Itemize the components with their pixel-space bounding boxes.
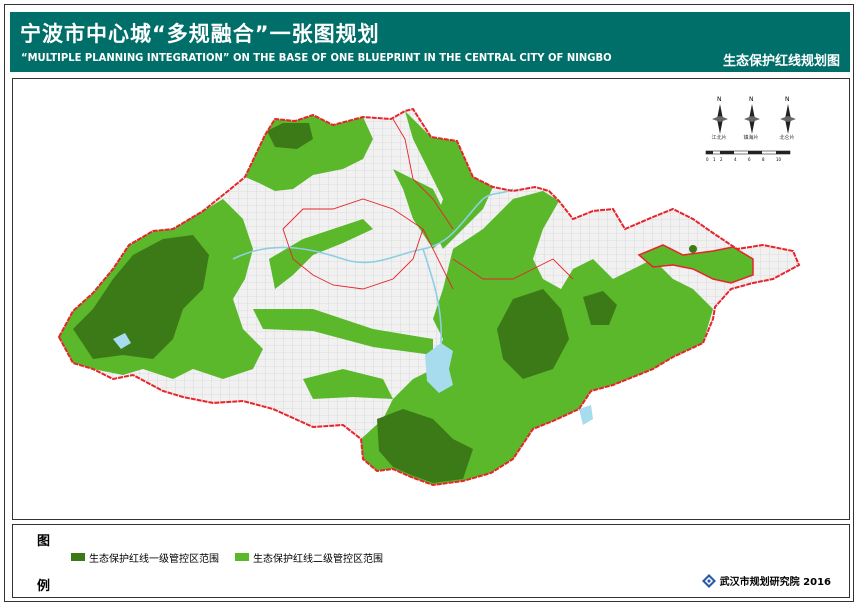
scale-tick: 6 bbox=[748, 157, 751, 162]
scale-tick: 8 bbox=[762, 157, 765, 162]
north-label: N bbox=[749, 96, 754, 103]
map-title-english: “MULTIPLE PLANNING INTEGRATION” ON THE B… bbox=[21, 52, 612, 65]
compass-icon bbox=[744, 104, 760, 134]
scale-tick: 0 bbox=[706, 157, 709, 162]
north-label: N bbox=[785, 96, 790, 103]
compass-label: 北仑片 bbox=[779, 135, 795, 141]
scale-tick: 4 bbox=[734, 157, 737, 162]
legend-heading-bottom: 例 bbox=[37, 579, 51, 594]
scale-bar-graphic: 0 1 2 4 6 8 10 bbox=[705, 150, 791, 162]
map-subtitle: 生态保护红线规划图 bbox=[722, 54, 840, 69]
compass-label: 镇海片 bbox=[743, 135, 759, 141]
legend-item-level2: 生态保护红线二级管控区范围 bbox=[235, 551, 383, 565]
legend-label-level1: 生态保护红线一级管控区范围 bbox=[89, 553, 219, 565]
legend-item-level1: 生态保护红线一级管控区范围 bbox=[71, 551, 219, 565]
scale-tick: 1 bbox=[713, 157, 716, 162]
organization-name: 武汉市规划研究院 2016 bbox=[719, 577, 831, 588]
legend-label-level2: 生态保护红线二级管控区范围 bbox=[253, 553, 383, 565]
map-title: 宁波市中心城“多规融合”一张图规划 bbox=[20, 22, 380, 46]
legend-swatch-level1 bbox=[71, 553, 85, 561]
legend-heading-top: 图 bbox=[37, 534, 51, 549]
compass-icon bbox=[712, 104, 728, 134]
title-banner: 宁波市中心城“多规融合”一张图规划 “MULTIPLE PLANNING INT… bbox=[10, 12, 850, 72]
map-panel bbox=[12, 78, 850, 520]
institute-logo-icon bbox=[701, 573, 716, 588]
compass-label: 江北片 bbox=[711, 135, 727, 141]
legend-swatch-level2 bbox=[235, 553, 249, 561]
north-label: N bbox=[717, 96, 722, 103]
map-canvas bbox=[57, 107, 801, 487]
compass-icon bbox=[780, 104, 796, 134]
legend-panel: 图 例 生态保护红线一级管控区范围 生态保护红线二级管控区范围 武汉市规划研究院… bbox=[12, 524, 850, 598]
organization-credit: 武汉市规划研究院 2016 bbox=[701, 573, 831, 588]
scale-tick: 2 bbox=[720, 157, 723, 162]
scale-tick: 10 bbox=[776, 157, 782, 162]
scale-bar: 0 1 2 4 6 8 10 bbox=[704, 148, 794, 162]
